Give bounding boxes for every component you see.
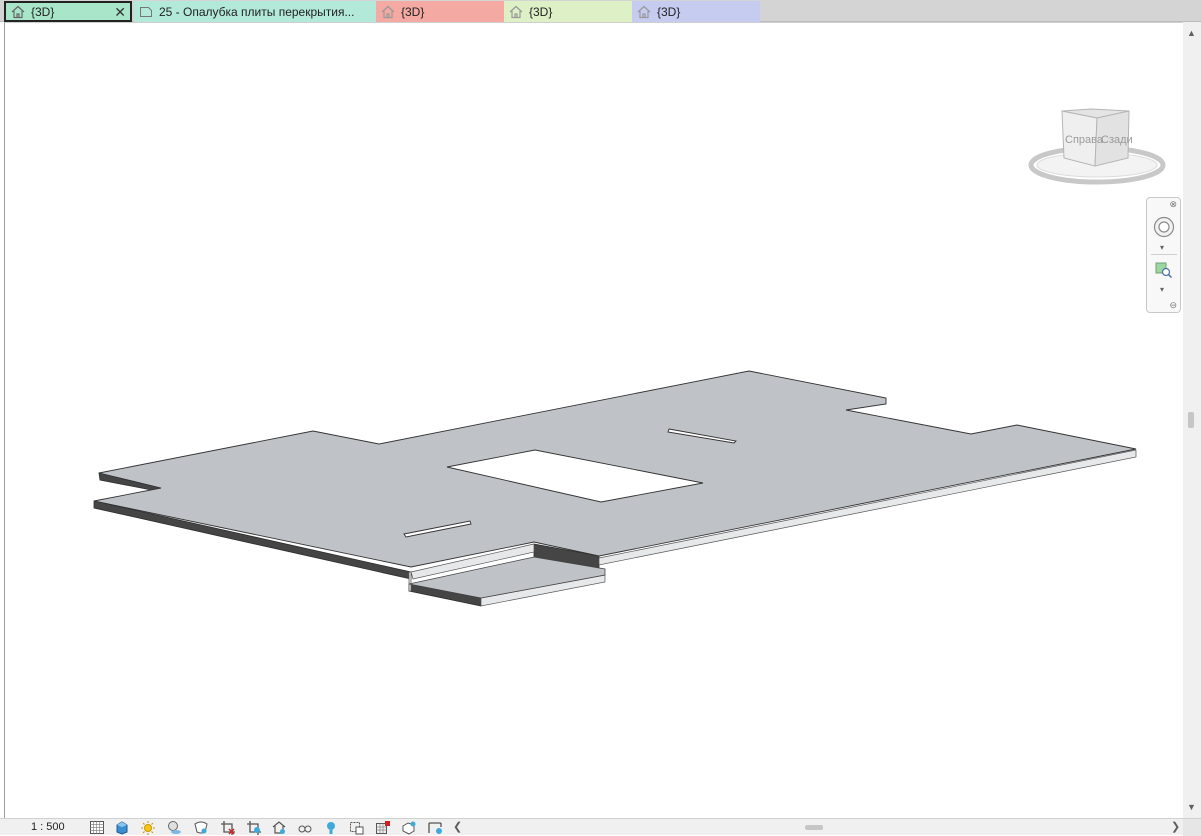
3d-viewport[interactable]: Справа Сзади ⊗ ▾ ▾ ⊖ (4, 22, 1183, 818)
tab-label: 25 - Опалубка плиты перекрытия... (159, 4, 355, 19)
scroll-up-icon[interactable]: ▲ (1187, 28, 1196, 38)
scroll-left-icon[interactable]: ❮ (453, 820, 462, 833)
tab-label: {3D} (401, 4, 425, 19)
scrollbar-corner (1183, 819, 1201, 836)
home-3d-icon (637, 5, 651, 18)
home-3d-icon (509, 5, 523, 18)
navigation-bar: ⊗ ▾ ▾ ⊖ (1146, 197, 1181, 313)
detail-level-icon[interactable] (89, 820, 105, 835)
tab-3d-view-4[interactable]: {3D} (632, 1, 760, 22)
tab-sheet-view[interactable]: 25 - Опалубка плиты перекрытия... (134, 1, 376, 22)
navbar-options-icon[interactable]: ⊖ (1169, 300, 1177, 311)
sheet-view-icon (140, 6, 152, 17)
worksharing-display-icon[interactable] (349, 820, 365, 835)
scroll-down-icon[interactable]: ▼ (1187, 802, 1196, 812)
tab-label: {3D} (31, 4, 55, 19)
visual-style-icon[interactable] (114, 820, 130, 835)
sun-path-icon[interactable] (140, 820, 156, 835)
cube-label-right[interactable]: Справа (1065, 134, 1104, 146)
close-icon[interactable]: ✕ (114, 4, 126, 20)
crop-view-icon[interactable] (220, 820, 236, 835)
reveal-hidden-icon[interactable] (323, 820, 339, 835)
tab-3d-view-3[interactable]: {3D} (504, 1, 632, 22)
horizontal-scrollbar[interactable]: ❮ ❯ (449, 819, 1201, 836)
shadows-icon[interactable] (166, 820, 182, 835)
view-control-bar: 1 : 500 ❮ ❯ (0, 818, 1201, 836)
chevron-down-icon[interactable]: ▾ (1160, 243, 1164, 252)
highlight-displacement-icon[interactable] (427, 820, 443, 835)
tab-label: {3D} (657, 4, 681, 19)
cube-label-back[interactable]: Сзади (1101, 134, 1133, 146)
temporary-hide-icon[interactable] (297, 820, 313, 835)
temporary-view-properties-icon[interactable] (375, 820, 391, 835)
navbar-divider (1151, 254, 1177, 255)
scrollbar-thumb[interactable] (805, 825, 823, 830)
tab-3d-view-1[interactable]: {3D} ✕ (4, 1, 132, 22)
render-dialog-icon[interactable] (193, 820, 209, 835)
show-crop-region-icon[interactable] (246, 820, 262, 835)
steering-wheel-icon[interactable] (1153, 216, 1175, 238)
floor-slab-model[interactable] (5, 23, 1184, 819)
view-scale[interactable]: 1 : 500 (31, 821, 65, 833)
tab-label: {3D} (529, 4, 553, 19)
vertical-scrollbar[interactable]: ▲ ▼ (1183, 22, 1201, 818)
unlock-3d-view-icon[interactable] (271, 820, 287, 835)
view-tab-bar: {3D} ✕ 25 - Опалубка плиты перекрытия...… (0, 0, 1201, 22)
slab-edge-lower-left (408, 571, 412, 592)
home-3d-icon (11, 5, 25, 18)
scroll-right-icon[interactable]: ❯ (1171, 820, 1180, 833)
close-navbar-icon[interactable]: ⊗ (1169, 199, 1177, 210)
tab-3d-view-2[interactable]: {3D} (376, 1, 504, 22)
view-cube[interactable]: Справа Сзади (1027, 103, 1167, 193)
analytical-model-icon[interactable] (401, 820, 417, 835)
zoom-region-icon[interactable] (1155, 261, 1173, 279)
scrollbar-thumb[interactable] (1188, 412, 1194, 428)
home-3d-icon (381, 5, 395, 18)
chevron-down-icon[interactable]: ▾ (1160, 285, 1164, 294)
